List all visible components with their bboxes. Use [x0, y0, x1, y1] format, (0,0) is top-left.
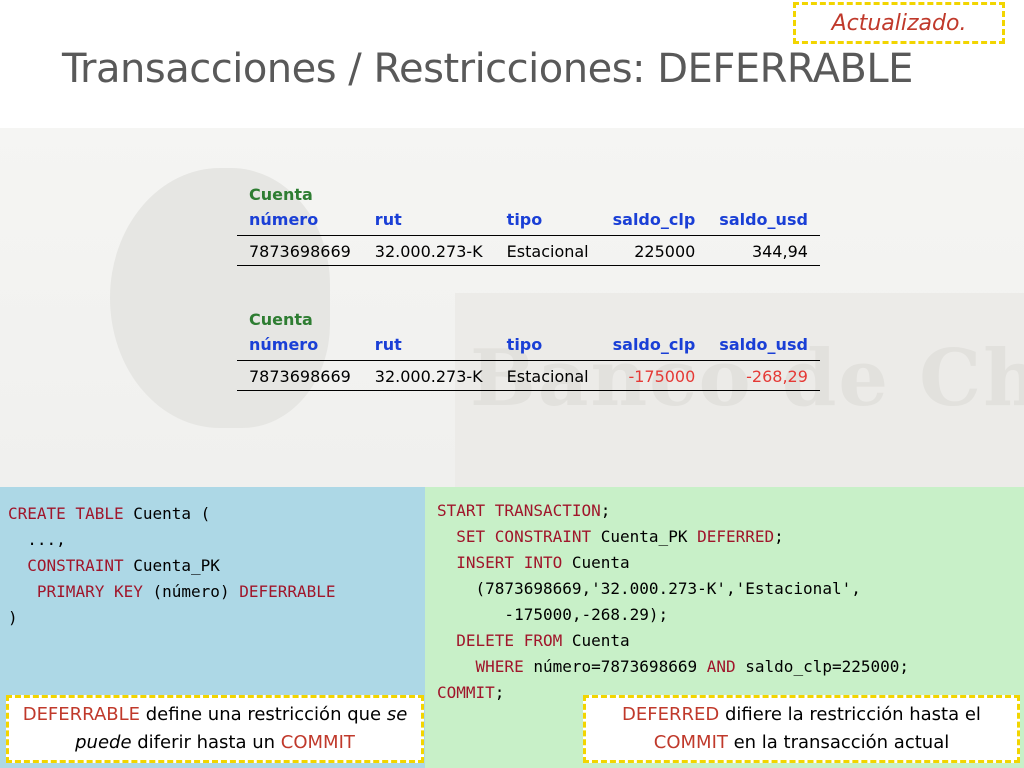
note-italic: se	[386, 704, 408, 725]
code-text: ;	[774, 527, 784, 546]
note-text: define una restricción que	[140, 704, 387, 725]
column-header: rut	[362, 331, 495, 361]
code-text: Cuenta	[562, 631, 630, 650]
deferrable-note: DEFERRABLE define una restricción que se…	[6, 695, 424, 763]
note-text: diferir hasta un	[131, 732, 281, 753]
table-cell: Estacional	[494, 235, 601, 266]
column-header: rut	[362, 206, 495, 236]
code-text: (7873698669,'32.000.273-K','Estacional',	[437, 579, 861, 598]
code-text: Cuenta	[562, 553, 630, 572]
code-keyword: INSERT INTO	[456, 553, 563, 572]
table-header-row: número rut tipo saldo_clp saldo_usd	[237, 331, 820, 361]
table-row: 7873698669 32.000.273-K Estacional -1750…	[237, 360, 820, 391]
code-keyword: PRIMARY KEY	[36, 582, 143, 601]
column-header: saldo_clp	[600, 331, 708, 361]
code-keyword: WHERE	[475, 657, 524, 676]
code-text: -175000,-268.29);	[437, 605, 669, 624]
table-cell: 7873698669	[237, 360, 363, 391]
table-cell: Estacional	[494, 360, 601, 391]
code-text: Cuenta_PK	[591, 527, 698, 546]
column-header: saldo_usd	[707, 206, 820, 236]
code-text: ;	[494, 683, 505, 702]
updated-badge: Actualizado.	[793, 2, 1005, 44]
column-header: saldo_usd	[707, 331, 820, 361]
code-keyword: COMMIT	[437, 683, 495, 702]
table-after: Cuenta número rut tipo saldo_clp saldo_u…	[237, 310, 820, 391]
code-keyword: DEFERRABLE	[239, 582, 336, 601]
column-header: tipo	[494, 331, 601, 361]
background-photo: Banco de Chilly	[0, 128, 1024, 488]
note-text: en la transacción actual	[727, 732, 950, 753]
code-keyword: SET CONSTRAINT	[456, 527, 592, 546]
note-keyword: COMMIT	[280, 732, 355, 753]
code-text: Cuenta_PK	[123, 556, 220, 575]
note-keyword: DEFERRED	[622, 704, 720, 725]
code-text: saldo_clp=225000;	[735, 657, 910, 676]
code-keyword: START TRANSACTION	[437, 501, 601, 520]
note-keyword: DEFERRABLE	[22, 704, 141, 725]
table-cell: -268,29	[707, 360, 820, 391]
table-row: 7873698669 32.000.273-K Estacional 22500…	[237, 235, 820, 266]
slide-title: Transacciones / Restricciones: DEFERRABL…	[62, 46, 913, 92]
code-text: ...,	[8, 530, 66, 549]
note-keyword: COMMIT	[653, 732, 728, 753]
table-cell: 225000	[600, 235, 708, 266]
code-keyword: DELETE FROM	[456, 631, 563, 650]
table-caption: Cuenta	[249, 310, 313, 329]
column-header: número	[237, 331, 363, 361]
code-keyword: CONSTRAINT	[27, 556, 124, 575]
table-cell: 32.000.273-K	[362, 360, 495, 391]
code-text: ;	[600, 501, 611, 520]
note-text: difiere la restricción hasta el	[719, 704, 981, 725]
note-italic: puede	[75, 732, 132, 753]
code-text: )	[8, 608, 18, 627]
table-cell: 32.000.273-K	[362, 235, 495, 266]
code-text: Cuenta (	[123, 504, 211, 523]
column-header: saldo_clp	[600, 206, 708, 236]
code-text: (número)	[142, 582, 240, 601]
code-keyword: CREATE TABLE	[8, 504, 124, 523]
code-keyword: DEFERRED	[697, 527, 775, 546]
table-cell: -175000	[600, 360, 708, 391]
code-keyword: AND	[706, 657, 736, 676]
code-text: número=7873698669	[523, 657, 707, 676]
deferred-note: DEFERRED difiere la restricción hasta el…	[583, 695, 1020, 763]
table-cell: 344,94	[707, 235, 820, 266]
column-header: tipo	[494, 206, 601, 236]
table-before: Cuenta número rut tipo saldo_clp saldo_u…	[237, 185, 820, 266]
table-cell: 7873698669	[237, 235, 363, 266]
table-caption: Cuenta	[249, 185, 313, 204]
table-header-row: número rut tipo saldo_clp saldo_usd	[237, 206, 820, 236]
column-header: número	[237, 206, 363, 236]
